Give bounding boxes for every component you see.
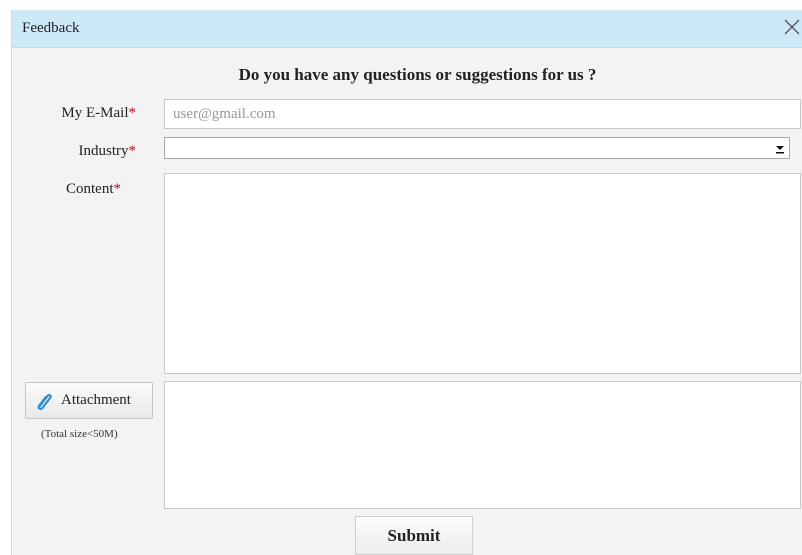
content-textarea[interactable] bbox=[164, 173, 801, 374]
paperclip-icon bbox=[37, 393, 52, 411]
email-label-text: My E-Mail bbox=[61, 105, 129, 121]
industry-select[interactable] bbox=[164, 137, 790, 159]
email-field-box bbox=[164, 99, 801, 129]
attachment-list-area[interactable] bbox=[164, 381, 801, 509]
industry-label: Industry* bbox=[12, 143, 137, 160]
attachment-button[interactable]: Attachment bbox=[25, 382, 153, 419]
email-required-mark: * bbox=[128, 105, 137, 121]
content-label: Content* bbox=[12, 181, 121, 198]
content-label-text: Content bbox=[66, 181, 114, 197]
form-heading: Do you have any questions or suggestions… bbox=[238, 65, 597, 84]
attachment-size-note: (Total size<50M) bbox=[41, 428, 118, 440]
email-label: My E-Mail* bbox=[12, 105, 136, 122]
close-icon[interactable] bbox=[783, 18, 801, 36]
industry-required-mark: * bbox=[128, 143, 137, 159]
dropdown-arrow-icon[interactable] bbox=[772, 139, 788, 157]
dialog-title: Feedback bbox=[22, 20, 80, 36]
email-field[interactable] bbox=[165, 100, 800, 128]
content-required-mark: * bbox=[113, 181, 122, 197]
attachment-button-label: Attachment bbox=[61, 392, 131, 408]
submit-button[interactable]: Submit bbox=[355, 516, 473, 555]
industry-label-text: Industry bbox=[78, 143, 129, 159]
feedback-dialog: Feedback Do you have any questions or su… bbox=[11, 10, 802, 555]
dialog-titlebar: Feedback bbox=[12, 10, 802, 48]
